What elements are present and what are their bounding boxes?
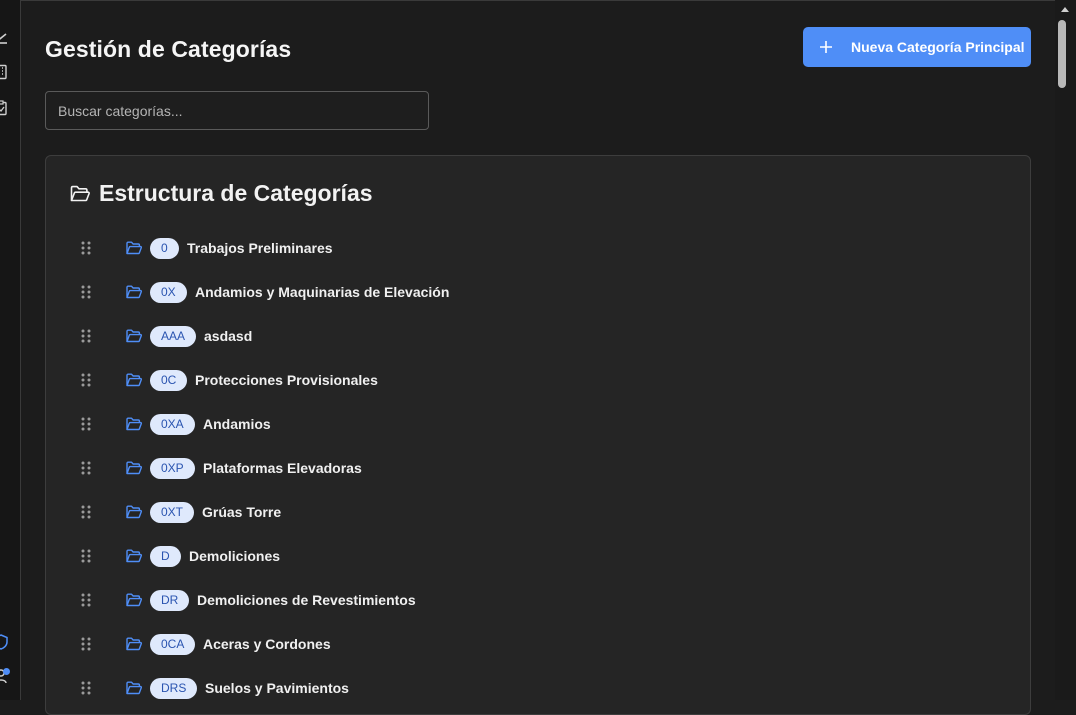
category-name: asdasd: [204, 328, 253, 344]
category-code-badge: DRS: [150, 677, 198, 699]
drag-handle-icon[interactable]: [80, 504, 92, 520]
category-name: Plataformas Elevadoras: [203, 460, 362, 476]
folder-icon[interactable]: [126, 417, 142, 431]
category-code-badge: 0C: [150, 369, 188, 391]
drag-handle-icon[interactable]: [80, 460, 92, 476]
shield-icon[interactable]: [0, 634, 8, 650]
category-row[interactable]: D Demoliciones: [46, 534, 1030, 578]
category-code-badge: 0X: [150, 281, 187, 303]
scrollbar-thumb[interactable]: [1058, 20, 1066, 88]
category-row[interactable]: 0C Protecciones Provisionales: [46, 358, 1030, 402]
category-name: Aceras y Cordones: [203, 636, 331, 652]
category-row[interactable]: 0 Trabajos Preliminares: [46, 226, 1030, 270]
category-name: Protecciones Provisionales: [195, 372, 378, 388]
new-category-button-label: Nueva Categoría Principal: [851, 39, 1025, 55]
category-code-badge: DR: [150, 589, 190, 611]
drag-handle-icon[interactable]: [80, 240, 92, 256]
category-name: Suelos y Pavimientos: [205, 680, 349, 696]
folder-icon[interactable]: [126, 461, 142, 475]
card-header: Estructura de Categorías: [70, 180, 373, 207]
drag-handle-icon[interactable]: [80, 284, 92, 300]
folder-icon[interactable]: [126, 329, 142, 343]
scroll-up-icon[interactable]: [1061, 7, 1069, 12]
folder-icon[interactable]: [126, 549, 142, 563]
category-name: Grúas Torre: [202, 504, 282, 520]
category-code-badge: 0: [150, 237, 179, 259]
category-row[interactable]: DRS Suelos y Pavimientos: [46, 666, 1030, 710]
category-row[interactable]: AAA asdasd: [46, 314, 1030, 358]
page-title: Gestión de Categorías: [45, 36, 292, 62]
structure-title: Estructura de Categorías: [99, 180, 373, 206]
category-row[interactable]: DR Demoliciones de Revestimientos: [46, 578, 1030, 622]
app-sidebar: [0, 0, 21, 700]
category-name: Demoliciones de Revestimientos: [197, 592, 416, 608]
drag-handle-icon[interactable]: [80, 416, 92, 432]
category-name: Demoliciones: [189, 548, 281, 564]
scrollbar[interactable]: [1055, 0, 1076, 700]
folder-icon[interactable]: [126, 373, 142, 387]
folder-icon[interactable]: [126, 681, 142, 695]
category-code-badge: 0XT: [150, 501, 195, 523]
category-code-badge: 0CA: [150, 633, 196, 655]
category-row[interactable]: 0CA Aceras y Cordones: [46, 622, 1030, 666]
drag-handle-icon[interactable]: [80, 372, 92, 388]
category-row[interactable]: 0XP Plataformas Elevadoras: [46, 446, 1030, 490]
category-row[interactable]: 0XA Andamios: [46, 402, 1030, 446]
drag-handle-icon[interactable]: [80, 636, 92, 652]
notification-dot: [3, 668, 10, 675]
folder-icon[interactable]: [126, 593, 142, 607]
drag-handle-icon[interactable]: [80, 328, 92, 344]
category-code-badge: 0XA: [150, 413, 195, 435]
drag-handle-icon[interactable]: [80, 680, 92, 696]
new-category-button[interactable]: Nueva Categoría Principal: [803, 27, 1031, 67]
search-input[interactable]: [45, 91, 429, 130]
folder-icon[interactable]: [126, 637, 142, 651]
folder-icon[interactable]: [126, 505, 142, 519]
folder-open-icon: [70, 185, 90, 201]
category-name: Andamios: [203, 416, 271, 432]
main-content: Gestión de Categorías Nueva Categoría Pr…: [22, 3, 1055, 715]
category-row[interactable]: 0XT Grúas Torre: [46, 490, 1030, 534]
category-structure-card: Estructura de Categorías 0 Trabajos Prel…: [45, 155, 1031, 715]
category-name: Trabajos Preliminares: [187, 240, 333, 256]
drag-handle-icon[interactable]: [80, 548, 92, 564]
clipboard-icon[interactable]: [0, 100, 8, 116]
category-code-badge: D: [150, 545, 181, 567]
category-name: Andamios y Maquinarias de Elevación: [195, 284, 450, 300]
collapse-icon[interactable]: [0, 29, 8, 45]
drag-handle-icon[interactable]: [80, 592, 92, 608]
building-icon[interactable]: [0, 64, 8, 80]
category-code-badge: 0XP: [150, 457, 195, 479]
folder-icon[interactable]: [126, 285, 142, 299]
folder-icon[interactable]: [126, 241, 142, 255]
category-row[interactable]: 0X Andamios y Maquinarias de Elevación: [46, 270, 1030, 314]
category-code-badge: AAA: [150, 325, 197, 347]
plus-icon: [820, 41, 832, 53]
category-tree: 0 Trabajos Preliminares 0X Andamios y Ma…: [46, 226, 1030, 710]
